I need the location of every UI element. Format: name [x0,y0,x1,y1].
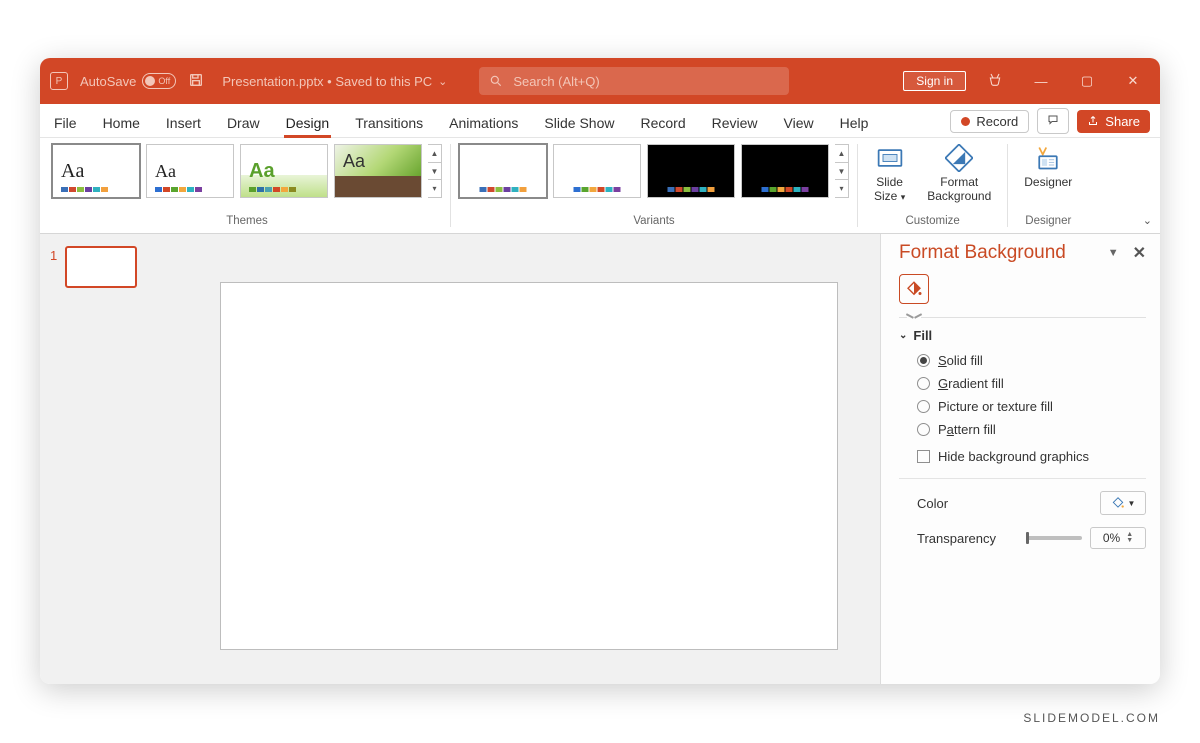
tab-home[interactable]: Home [101,109,142,137]
toggle-switch-icon: Off [142,73,176,89]
scroll-down-icon[interactable]: ▼ [428,163,441,181]
format-background-button[interactable]: Format Background [919,144,999,204]
chevron-down-icon: ⌄ [438,75,447,88]
share-icon [1087,115,1099,127]
slide-thumbnails-panel: 1 [40,234,180,684]
theme-2[interactable]: Aa [146,144,234,198]
tab-help[interactable]: Help [838,109,871,137]
tab-insert[interactable]: Insert [164,109,203,137]
themes-expand[interactable]: ▲ ▼ ▾ [428,144,442,198]
tab-review[interactable]: Review [710,109,760,137]
chevron-down-icon: ▼ [1128,499,1136,508]
paint-bucket-icon [1111,496,1125,510]
variant-4[interactable] [741,144,829,198]
tab-transitions[interactable]: Transitions [353,109,425,137]
record-dot-icon [961,117,970,126]
search-icon [489,74,503,88]
color-label: Color [917,496,1092,511]
ribbon: Aa Aa Aa Aa ▲ ▼ ▾ [40,138,1160,234]
variant-3[interactable] [647,144,735,198]
maximize-icon[interactable]: ▢ [1070,73,1104,89]
checkbox-hide-bg-graphics[interactable]: Hide background graphics [899,449,1146,464]
comments-button[interactable] [1037,108,1069,134]
record-button[interactable]: Record [950,110,1029,133]
variant-2[interactable] [553,144,641,198]
tab-animations[interactable]: Animations [447,109,520,137]
scroll-down-icon[interactable]: ▼ [835,163,848,181]
radio-gradient-fill[interactable]: Gradient fill [917,376,1146,391]
variants-group: ▲ ▼ ▾ Variants [451,138,857,233]
designer-group-label: Designer [1025,215,1071,231]
spin-down-icon[interactable]: ▼ [1126,538,1133,544]
theme-office[interactable]: Aa [52,144,140,198]
themes-label: Themes [226,215,268,231]
theme-3[interactable]: Aa [240,144,328,198]
dropdown-icon[interactable]: ▾ [428,180,441,197]
scroll-up-icon[interactable]: ▲ [835,145,848,163]
theme-aa-icon: Aa [249,160,327,183]
format-background-pane: Format Background ▼ ✕ ⌄ Fill Solid fill … [880,234,1160,684]
share-button[interactable]: Share [1077,110,1150,133]
powerpoint-window: P AutoSave Off Presentation.pptx • Saved… [40,58,1160,684]
variants-expand[interactable]: ▲ ▼ ▾ [835,144,849,198]
customize-label: Customize [905,215,959,231]
tab-design[interactable]: Design [284,109,332,137]
pane-options-icon[interactable]: ▼ [1108,247,1119,259]
tab-record[interactable]: Record [638,109,687,137]
designer-button[interactable]: Designer [1016,144,1080,190]
radio-pattern-fill[interactable]: Pattern fill [917,422,1146,437]
designer-icon [1034,144,1062,172]
tab-file[interactable]: File [52,109,79,137]
chevron-down-icon: ⌄ [899,330,907,341]
color-picker-button[interactable]: ▼ [1100,491,1146,515]
dropdown-icon[interactable]: ▾ [835,180,848,197]
customize-group: Slide Size ▾ Format Background Customize [858,138,1007,233]
autosave-toggle[interactable]: AutoSave Off [80,73,176,89]
variants-label: Variants [633,215,674,231]
autosave-label: AutoSave [80,74,136,89]
theme-aa-icon: Aa [155,161,233,182]
radio-solid-fill[interactable]: Solid fill [917,353,1146,368]
theme-4[interactable]: Aa [334,144,422,198]
transparency-label: Transparency [917,531,1018,546]
fill-tab-icon[interactable] [899,274,929,304]
pane-title: Format Background [899,242,1108,264]
search-input[interactable]: Search (Alt+Q) [479,67,789,95]
collapse-ribbon-icon[interactable]: ⌄ [1143,214,1152,227]
titlebar: P AutoSave Off Presentation.pptx • Saved… [40,58,1160,104]
slide-canvas[interactable] [220,282,838,650]
scroll-up-icon[interactable]: ▲ [428,145,441,163]
theme-aa-icon: Aa [61,160,139,183]
coming-soon-icon[interactable] [978,72,1012,91]
tab-draw[interactable]: Draw [225,109,262,137]
workarea: 1 Format Background ▼ ✕ ⌄ Fill [40,234,1160,684]
slide-size-icon [876,144,904,172]
format-background-icon [945,144,973,172]
tab-view[interactable]: View [782,109,816,137]
transparency-slider[interactable] [1026,536,1082,540]
comment-icon [1046,114,1060,126]
pane-close-icon[interactable]: ✕ [1133,243,1146,263]
designer-group: Designer Designer [1008,138,1088,233]
radio-picture-fill[interactable]: Picture or texture fill [917,399,1146,414]
slide-canvas-area [180,234,880,684]
transparency-input[interactable]: 0% ▲▼ [1090,527,1146,549]
close-icon[interactable]: ✕ [1116,73,1150,89]
slide-thumbnail-1[interactable] [65,246,137,288]
document-title[interactable]: Presentation.pptx • Saved to this PC ⌄ [222,74,447,89]
minimize-icon[interactable]: — [1024,74,1058,89]
save-icon[interactable] [188,72,204,91]
watermark: SLIDEMODEL.COM [1023,711,1160,725]
themes-group: Aa Aa Aa Aa ▲ ▼ ▾ [40,138,450,233]
variant-1[interactable] [459,144,547,198]
tab-slideshow[interactable]: Slide Show [542,109,616,137]
slide-number: 1 [50,248,57,672]
fill-section-toggle[interactable]: ⌄ Fill [899,328,1146,343]
theme-aa-icon: Aa [343,151,365,172]
app-icon: P [50,72,68,90]
sign-in-button[interactable]: Sign in [903,71,966,91]
slide-size-button[interactable]: Slide Size ▾ [866,144,913,204]
ribbon-tabs: File Home Insert Draw Design Transitions… [40,104,1160,138]
